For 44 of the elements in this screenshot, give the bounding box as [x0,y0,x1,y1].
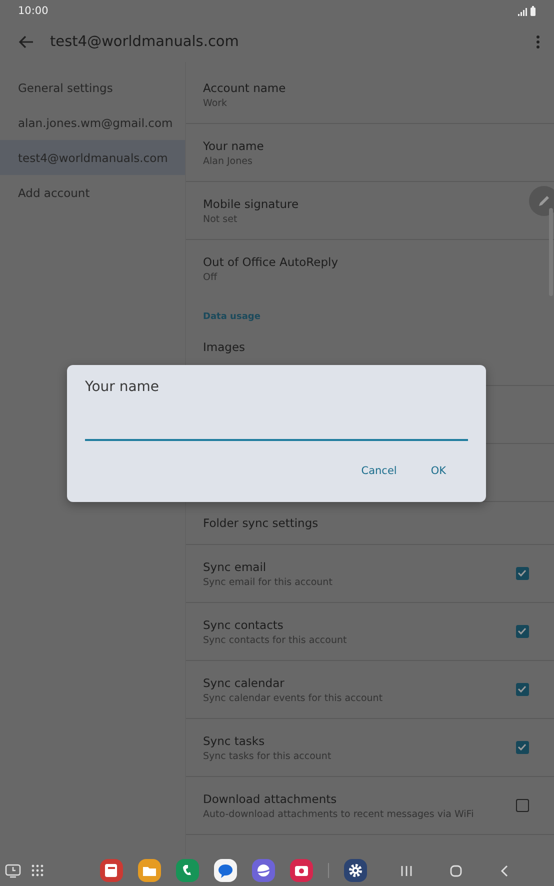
folder-app-icon[interactable] [138,859,161,882]
setting-title: Mobile signature [203,196,300,210]
edit-button[interactable] [529,186,554,216]
setting-title: Sync calendar [203,676,286,690]
sidebar-item[interactable]: General settings [0,70,185,105]
battery-icon [530,6,536,16]
setting-title: Sync email [203,560,268,574]
app-grid-icon[interactable] [31,864,45,878]
setting-title: Images [203,340,246,354]
checkbox[interactable] [516,741,529,754]
back-arrow-icon[interactable] [18,35,34,49]
back-icon[interactable] [500,864,508,876]
checkbox[interactable] [516,567,529,580]
setting-title: Your name [203,138,265,152]
screen-clock-icon[interactable] [5,862,21,878]
setting-title: Account name [203,80,287,94]
chat-bubble-icon[interactable] [214,859,237,882]
screen-title: test4@worldmanuals.com [50,34,240,50]
dialog-button[interactable]: OK [420,461,456,481]
camera-app-icon[interactable] [290,859,313,882]
dialog-title: Your name [85,379,160,395]
recents-icon[interactable] [401,864,412,876]
setting-title: Download attachments [203,792,338,806]
signal-icon [517,6,527,16]
dialog-button[interactable]: Cancel [351,461,407,481]
phone-app-icon[interactable] [176,859,199,882]
checkbox[interactable] [516,799,529,812]
pencil-icon [537,194,551,208]
setting-title: Folder sync settings [203,516,320,530]
sidebar-item[interactable]: alan.jones.wm@gmail.com [0,105,185,140]
setting-title: Out of Office AutoReply [203,255,340,269]
checkbox[interactable] [516,683,529,696]
note-app-icon[interactable] [100,859,123,882]
home-icon[interactable] [450,864,462,876]
sidebar-item[interactable]: test4@worldmanuals.com [0,140,185,175]
sidebar-item[interactable]: Add account [0,175,185,210]
setting-title: Sync contacts [203,618,284,632]
settings-icon[interactable] [344,859,367,882]
clock-time: 10:00 [18,5,48,17]
more-options-icon[interactable] [536,35,540,49]
section-header: Data usage [202,311,262,324]
planet-app-icon[interactable] [252,859,275,882]
setting-title: Sync tasks [203,734,266,748]
checkbox[interactable] [516,625,529,638]
